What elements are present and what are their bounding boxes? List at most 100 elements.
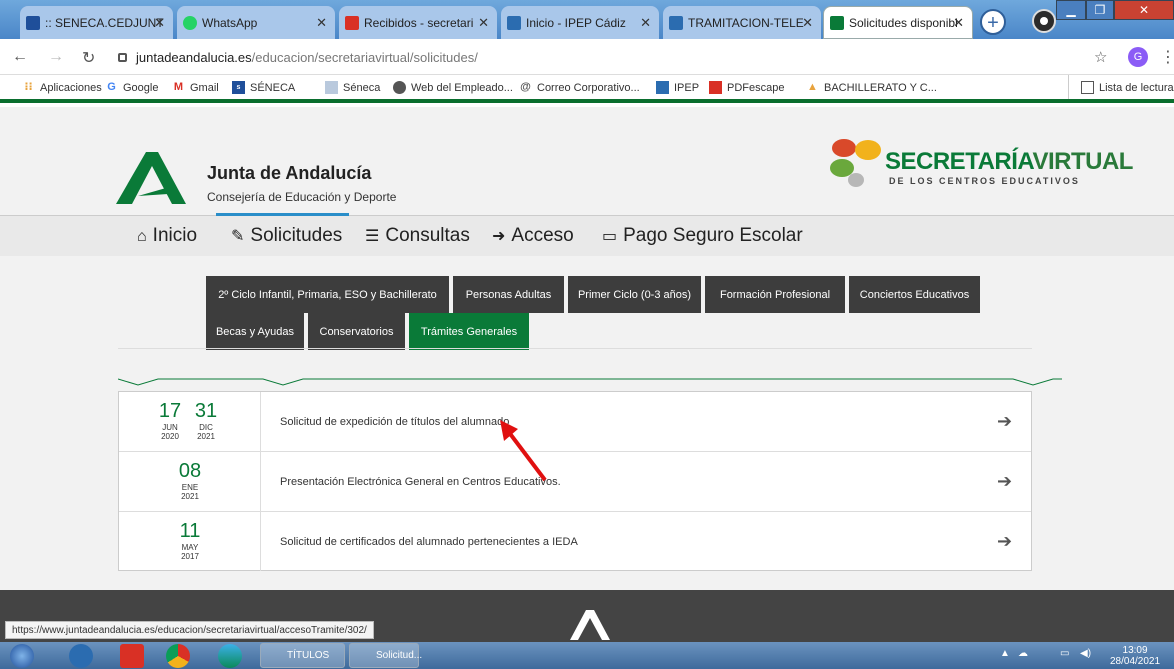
list-item[interactable]: 17 JUN 2020 31 DIC 2021 Solicitud de exp… [119, 392, 1031, 452]
close-icon[interactable]: ✕ [478, 15, 489, 31]
bookmark-google[interactable]: G Google [105, 81, 158, 94]
cloud-icon[interactable] [69, 644, 93, 668]
tab-label: Recibidos - secretari [364, 15, 474, 30]
junta-logo-icon[interactable] [116, 152, 186, 204]
tab-gmail[interactable]: Recibidos - secretari ✕ [339, 6, 497, 39]
tab-label: TRAMITACION-TELE [688, 15, 804, 30]
forward-icon[interactable]: → [48, 48, 64, 66]
sign-in-icon[interactable]: ➔ [997, 471, 1012, 492]
bookmark-web-empleado[interactable]: Web del Empleado... [393, 81, 513, 94]
maximize-button[interactable]: ❐ [1086, 0, 1114, 20]
close-window-button[interactable]: ✕ [1114, 0, 1174, 20]
category-infantil-primaria[interactable]: 2º Ciclo Infantil, Primaria, ESO y Bachi… [206, 276, 449, 313]
avatar[interactable]: G [1128, 47, 1148, 67]
bookmark-label: Gmail [190, 81, 219, 94]
tab-whatsapp[interactable]: WhatsApp ✕ [177, 6, 335, 39]
edge-icon[interactable] [218, 644, 242, 668]
procedure-title[interactable]: Solicitud de expedición de títulos del a… [280, 416, 509, 428]
category-becas[interactable]: Becas y Ayudas [206, 313, 304, 350]
bookmark-gmail[interactable]: M Gmail [172, 81, 219, 94]
chrome-icon[interactable] [166, 644, 190, 668]
bookmark-seneca[interactable]: s SÉNECA [232, 81, 295, 94]
minimize-button[interactable]: ▁ [1056, 0, 1086, 20]
sign-in-icon[interactable]: ➔ [997, 531, 1012, 552]
date-day: 17 [158, 400, 182, 422]
network-icon[interactable]: ▭ [1060, 648, 1069, 659]
pdf-icon[interactable] [120, 644, 144, 668]
list-icon: ☰ [365, 228, 380, 245]
org-subtitle: Consejería de Educación y Deporte [207, 190, 397, 204]
reading-list-label: Lista de lectura [1099, 81, 1174, 94]
procedure-title[interactable]: Solicitud de certificados del alumnado p… [280, 536, 578, 548]
decorative-line [118, 378, 1062, 386]
taskbar-window-titulos[interactable]: TÍTULOS [260, 643, 345, 668]
date-month: ENE [181, 483, 199, 492]
brand-title-part: SECRETARÍA [885, 148, 1033, 175]
tab-seneca[interactable]: :: SENECA.CEDJUNT ✕ [20, 6, 173, 39]
close-icon[interactable]: ✕ [316, 15, 327, 31]
back-icon[interactable]: ← [12, 48, 28, 66]
list-item[interactable]: 11 MAY 2017 Solicitud de certificados de… [119, 512, 1031, 572]
date-range: 17 JUN 2020 31 DIC 2021 [119, 392, 261, 451]
bookmark-label: Web del Empleado... [411, 81, 513, 94]
category-formacion-profesional[interactable]: Formación Profesional [705, 276, 845, 313]
bookmark-aplicaciones[interactable]: ⁝⁝ Aplicaciones [22, 81, 102, 94]
close-icon[interactable]: ✕ [154, 15, 165, 31]
close-icon[interactable]: ✕ [953, 15, 964, 31]
volume-icon[interactable]: ◀) [1080, 648, 1091, 659]
sign-in-icon[interactable]: ➔ [997, 411, 1012, 432]
seneca-icon: s [232, 81, 245, 94]
home-icon: ⌂ [137, 228, 147, 245]
url-domain: juntadeandalucia.es [136, 50, 252, 65]
seneca-icon [26, 15, 40, 30]
pencil-icon: ✎ [231, 228, 245, 245]
page-icon [507, 15, 521, 30]
tray-arrow-icon[interactable]: ▲ [1000, 648, 1010, 659]
secretaria-virtual-logo-icon [830, 139, 881, 187]
date-month: JUN [162, 423, 178, 432]
ipep-icon [656, 81, 669, 94]
bookmark-bachillerato[interactable]: ▲ BACHILLERATO Y C... [806, 81, 937, 94]
bookmark-pdfescape[interactable]: PDFescape [709, 81, 784, 94]
globe-icon [393, 81, 406, 94]
onedrive-icon[interactable]: ☁ [1018, 648, 1028, 659]
nav-inicio[interactable]: ⌂ Inicio [137, 225, 197, 247]
url-input[interactable]: juntadeandalucia.es/educacion/secretaria… [112, 45, 1082, 71]
nav-solicitudes[interactable]: ✎ Solicitudes [231, 225, 342, 247]
brand-title-part: VIRTUAL [1032, 148, 1133, 175]
bookmark-label: Aplicaciones [40, 81, 102, 94]
start-icon[interactable] [10, 644, 34, 668]
junta-icon [830, 15, 844, 30]
new-tab-button[interactable]: + [980, 9, 1006, 35]
tab-tramitacion[interactable]: TRAMITACION-TELE ✕ [663, 6, 821, 39]
reload-icon[interactable]: ↻ [82, 48, 95, 68]
nav-pago-seguro[interactable]: ▭ Pago Seguro Escolar [602, 225, 803, 247]
org-name: Junta de Andalucía [207, 163, 372, 183]
category-primer-ciclo[interactable]: Primer Ciclo (0-3 años) [568, 276, 701, 313]
close-icon[interactable]: ✕ [640, 15, 651, 31]
bookmark-seneca-doc[interactable]: Séneca [325, 81, 380, 94]
junta-logo-icon [570, 610, 610, 640]
bachillerato-icon: ▲ [807, 81, 818, 93]
list-item[interactable]: 08 ENE 2021 Presentación Electrónica Gen… [119, 452, 1031, 512]
nav-acceso[interactable]: ➜ Acceso [492, 225, 574, 247]
tab-ipep[interactable]: Inicio - IPEP Cádiz ✕ [501, 6, 659, 39]
nav-consultas[interactable]: ☰ Consultas [365, 225, 470, 247]
grid-icon: ⁝⁝ [24, 81, 33, 93]
category-tramites-generales[interactable]: Trámites Generales [409, 313, 529, 350]
category-conservatorios[interactable]: Conservatorios [308, 313, 405, 350]
taskbar-window-solicitud[interactable]: Solicitud... [349, 643, 422, 668]
profile-menu-icon[interactable] [1032, 9, 1056, 33]
menu-kebab-icon[interactable]: ⋮ [1160, 47, 1174, 67]
taskbar-clock[interactable]: 13:09 28/04/2021 [1110, 645, 1160, 667]
tab-label: :: SENECA.CEDJUNT [45, 15, 164, 30]
tab-solicitudes[interactable]: Solicitudes disponibl ✕ [823, 6, 973, 39]
bookmark-star-icon[interactable]: ☆ [1094, 48, 1107, 66]
bookmark-correo[interactable]: @ Correo Corporativo... [519, 81, 640, 94]
category-conciertos[interactable]: Conciertos Educativos [849, 276, 980, 313]
close-icon[interactable]: ✕ [802, 15, 813, 31]
category-personas-adultas[interactable]: Personas Adultas [453, 276, 564, 313]
url-path: /educacion/secretariavirtual/solicitudes… [251, 50, 478, 65]
bookmark-ipep[interactable]: IPEP [656, 81, 699, 94]
reading-list-button[interactable]: Lista de lectura [1081, 81, 1174, 94]
